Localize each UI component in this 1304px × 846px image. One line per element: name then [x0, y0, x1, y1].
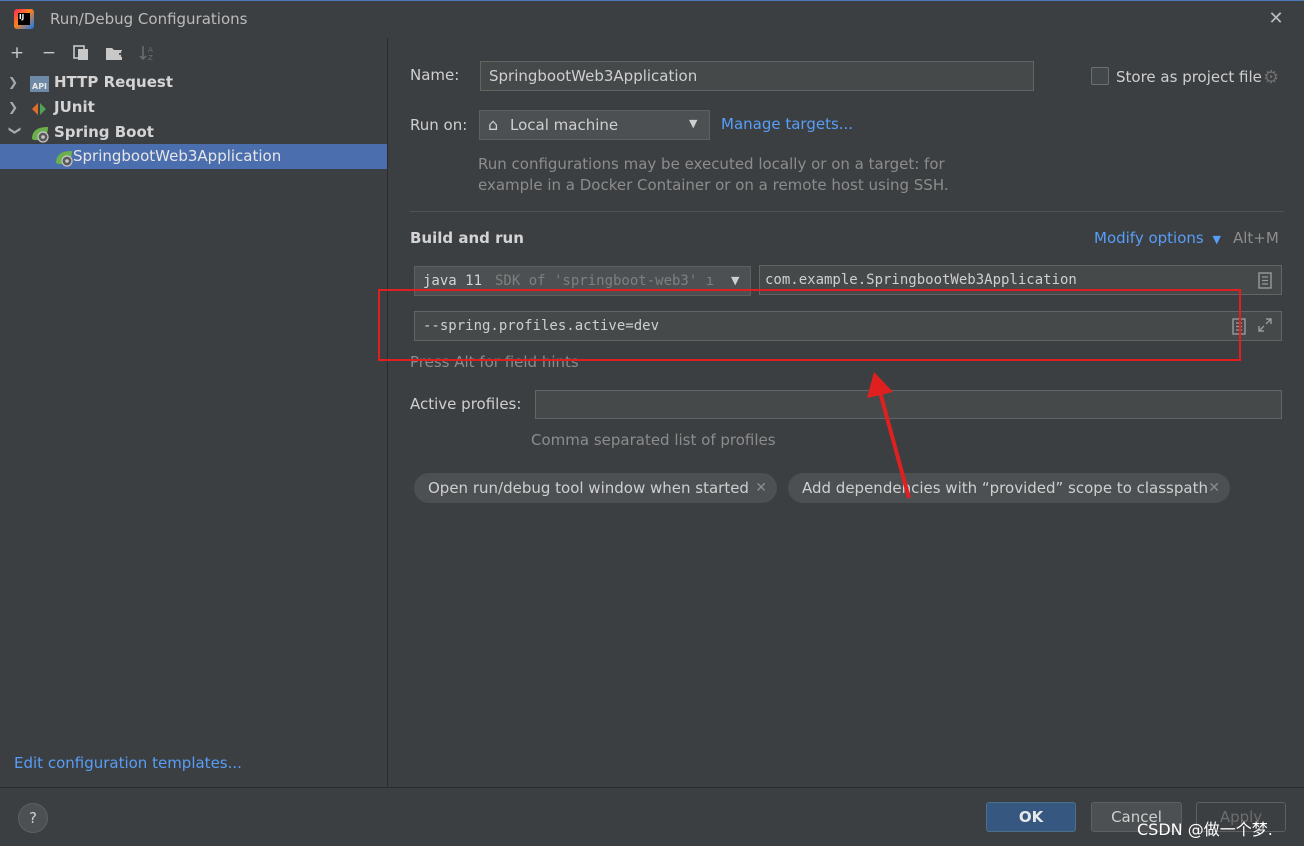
close-icon[interactable]: ✕	[755, 473, 767, 503]
junit-icon	[30, 100, 48, 116]
chevron-right-icon[interactable]: ❯	[8, 70, 22, 95]
tree-item-http-request[interactable]: ❯ API HTTP Request	[0, 70, 387, 95]
program-arguments-field[interactable]: --spring.profiles.active=dev	[414, 311, 1282, 341]
help-button[interactable]: ?	[18, 803, 48, 833]
add-icon[interactable]: +	[6, 42, 28, 64]
run-on-label: Run on:	[410, 116, 468, 134]
sort-icon[interactable]: AZ	[136, 42, 158, 64]
section-title: Build and run	[410, 229, 524, 247]
chevron-down-icon: ▼	[1212, 233, 1221, 246]
main-class-field[interactable]: com.example.SpringbootWeb3Application	[759, 265, 1282, 295]
intellij-icon: IJ	[14, 9, 34, 29]
name-field-value: SpringbootWeb3Application	[489, 67, 698, 85]
store-as-project-file-label: Store as project file	[1116, 68, 1262, 86]
option-chip-open-tool-window[interactable]: Open run/debug tool window when started …	[414, 473, 777, 503]
run-on-hint-line-2: example in a Docker Container or on a re…	[478, 176, 949, 194]
jdk-hint: SDK of 'springboot-web3' ı	[495, 273, 715, 289]
tree-item-label: Spring Boot	[54, 123, 154, 141]
title-bar: IJ Run/Debug Configurations ✕	[0, 0, 1304, 38]
chevron-down-icon: ▼	[689, 117, 698, 130]
store-as-project-file-checkbox[interactable]	[1091, 67, 1109, 85]
tree-item-label: SpringbootWeb3Application	[73, 147, 282, 165]
chip-label: Open run/debug tool window when started	[428, 479, 749, 497]
svg-text:API: API	[32, 82, 47, 91]
spring-boot-icon	[30, 125, 49, 143]
window-title: Run/Debug Configurations	[50, 10, 248, 28]
new-folder-icon[interactable]	[104, 42, 126, 64]
modify-options-link[interactable]: Modify options ▼	[1094, 229, 1221, 247]
manage-targets-link[interactable]: Manage targets...	[721, 115, 853, 133]
name-label: Name:	[410, 66, 460, 84]
chevron-right-icon[interactable]: ❯	[8, 95, 22, 120]
tree-item-label: HTTP Request	[54, 73, 173, 91]
svg-text:Z: Z	[148, 54, 153, 62]
gear-icon[interactable]: ⚙	[1263, 67, 1279, 88]
active-profiles-hint: Comma separated list of profiles	[531, 431, 776, 449]
run-on-hint-line-1: Run configurations may be executed local…	[478, 155, 945, 173]
run-on-value: Local machine	[510, 116, 619, 134]
jdk-dropdown[interactable]: java 11 SDK of 'springboot-web3' ı ▼	[414, 266, 751, 296]
jdk-value: java 11	[423, 273, 483, 289]
tree-item-springbootweb3application[interactable]: SpringbootWeb3Application	[0, 144, 387, 169]
spring-app-icon	[54, 149, 73, 167]
tree-item-spring-boot[interactable]: ❯ Spring Boot	[0, 120, 387, 145]
close-icon[interactable]: ✕	[1208, 473, 1220, 503]
active-profiles-field[interactable]	[535, 390, 1282, 419]
program-arguments-value: --spring.profiles.active=dev	[423, 318, 660, 334]
chevron-down-icon[interactable]: ❯	[3, 126, 28, 140]
name-field[interactable]: SpringbootWeb3Application	[480, 61, 1034, 91]
tree-item-label: JUnit	[54, 98, 95, 116]
main-class-value: com.example.SpringbootWeb3Application	[765, 272, 1077, 288]
field-hint: Press Alt for field hints	[410, 353, 579, 371]
ok-button[interactable]: OK	[986, 802, 1076, 832]
svg-text:A: A	[148, 46, 153, 54]
api-icon: API	[30, 75, 49, 92]
modify-options-label: Modify options	[1094, 229, 1204, 247]
option-chip-provided-scope[interactable]: Add dependencies with “provided” scope t…	[788, 473, 1230, 503]
watermark: CSDN @做一个梦.	[1137, 820, 1273, 839]
configuration-tree-panel: + − AZ ❯ API HTTP Request ❯ JUnit ❯ Spri…	[0, 38, 388, 787]
remove-icon[interactable]: −	[38, 42, 60, 64]
home-icon: ⌂	[488, 115, 499, 134]
divider	[410, 211, 1284, 212]
run-on-dropdown[interactable]: ⌂ Local machine ▼	[479, 110, 710, 140]
browse-icon[interactable]	[1258, 272, 1272, 293]
modify-options-shortcut: Alt+M	[1233, 229, 1279, 247]
tree-item-junit[interactable]: ❯ JUnit	[0, 95, 387, 120]
chevron-down-icon: ▼	[731, 274, 740, 287]
copy-icon[interactable]	[70, 42, 92, 64]
expand-icon[interactable]	[1257, 317, 1273, 337]
edit-configuration-templates-link[interactable]: Edit configuration templates...	[14, 754, 242, 772]
close-icon[interactable]: ✕	[1264, 7, 1288, 31]
chip-label: Add dependencies with “provided” scope t…	[802, 479, 1208, 497]
insert-macro-icon[interactable]	[1232, 318, 1246, 339]
active-profiles-label: Active profiles:	[410, 395, 522, 413]
